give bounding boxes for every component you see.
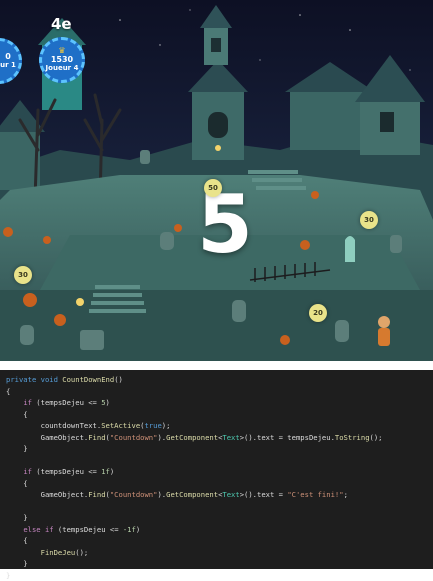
code-token: Text	[222, 433, 239, 442]
code-line: {	[0, 535, 433, 547]
divider	[0, 361, 433, 370]
code-line	[0, 501, 433, 513]
code-token: ).	[157, 490, 166, 499]
timer-badge: 50	[204, 179, 222, 197]
code-token: {	[6, 387, 10, 396]
code-token: ;	[344, 490, 348, 499]
game-viewport: 0 ur 1 4e ♛ 1530 Joueur 4 5 50 30 30 20	[0, 0, 433, 361]
code-token: "C'est fini!"	[287, 490, 343, 499]
player-label-right: Joueur 4	[46, 65, 79, 73]
code-line: GameObject.Find("Countdown").GetComponen…	[0, 432, 433, 444]
timer-badge: 30	[14, 266, 32, 284]
code-token: Text	[222, 490, 239, 499]
code-line: if (tempsDejeu <= 1f)	[0, 466, 433, 478]
code-line: {	[0, 409, 433, 421]
code-editor: private void CountDownEnd(){ if (tempsDe…	[0, 370, 433, 569]
code-token: countdownText.	[6, 421, 101, 430]
code-token: GetComponent	[166, 433, 218, 442]
code-token	[6, 525, 23, 534]
code-token: (tempsDejeu <=	[32, 398, 101, 407]
code-token: SetActive	[101, 421, 140, 430]
code-token: >().text = tempsDejeu.	[240, 433, 335, 442]
code-token: CountDownEnd	[62, 375, 114, 384]
code-token: )	[106, 398, 110, 407]
code-token: ();	[370, 433, 383, 442]
code-token: {	[6, 536, 28, 545]
code-token: }	[6, 513, 28, 522]
code-token: GameObject.	[6, 490, 88, 499]
code-token: )	[110, 467, 114, 476]
code-token: ).	[157, 433, 166, 442]
code-line: {	[0, 386, 433, 398]
code-token: ();	[75, 548, 88, 557]
code-token: (tempsDejeu <=	[54, 525, 123, 534]
code-token: }	[6, 571, 10, 580]
code-token	[6, 548, 41, 557]
timer-badge: 20	[309, 304, 327, 322]
timer-badge: 30	[360, 211, 378, 229]
code-token	[6, 467, 23, 476]
code-token: {	[6, 410, 28, 419]
code-line: }	[0, 443, 433, 455]
code-line: FinDeJeu();	[0, 547, 433, 559]
code-token: )	[136, 525, 140, 534]
code-token: if	[23, 467, 32, 476]
code-token: (tempsDejeu <=	[32, 467, 101, 476]
code-token: Find	[88, 490, 105, 499]
countdown-number: 5	[185, 185, 265, 265]
code-line: private void CountDownEnd()	[0, 374, 433, 386]
player-avatar-right: ♛ 1530 Joueur 4	[39, 37, 85, 83]
code-token: else if	[23, 525, 53, 534]
player-label-left: ur 1	[0, 62, 16, 70]
code-token: }	[6, 444, 28, 453]
code-line: }	[0, 570, 433, 581]
code-token: FinDeJeu	[41, 548, 76, 557]
code-line: GameObject.Find("Countdown").GetComponen…	[0, 489, 433, 501]
code-token: "Countdown"	[110, 433, 158, 442]
player-rank-right: 4e	[51, 15, 72, 33]
code-token: ()	[114, 375, 123, 384]
code-line: }	[0, 512, 433, 524]
code-token: "Countdown"	[110, 490, 158, 499]
code-token: -1f	[123, 525, 136, 534]
code-token: 1f	[101, 467, 110, 476]
code-token: }	[6, 559, 28, 568]
code-token: Find	[88, 433, 105, 442]
code-token: GameObject.	[6, 433, 88, 442]
code-token: {	[6, 479, 28, 488]
code-token: true	[144, 421, 161, 430]
code-line: if (tempsDejeu <= 5)	[0, 397, 433, 409]
code-token: ToString	[335, 433, 370, 442]
code-token	[6, 398, 23, 407]
code-token: GetComponent	[166, 490, 218, 499]
code-line: {	[0, 478, 433, 490]
code-line: else if (tempsDejeu <= -1f)	[0, 524, 433, 536]
code-line: }	[0, 558, 433, 570]
code-token: private void	[6, 375, 62, 384]
code-line: countdownText.SetActive(true);	[0, 420, 433, 432]
code-token: );	[162, 421, 171, 430]
code-line	[0, 455, 433, 467]
code-token: if	[23, 398, 32, 407]
code-token: >().text =	[240, 490, 288, 499]
